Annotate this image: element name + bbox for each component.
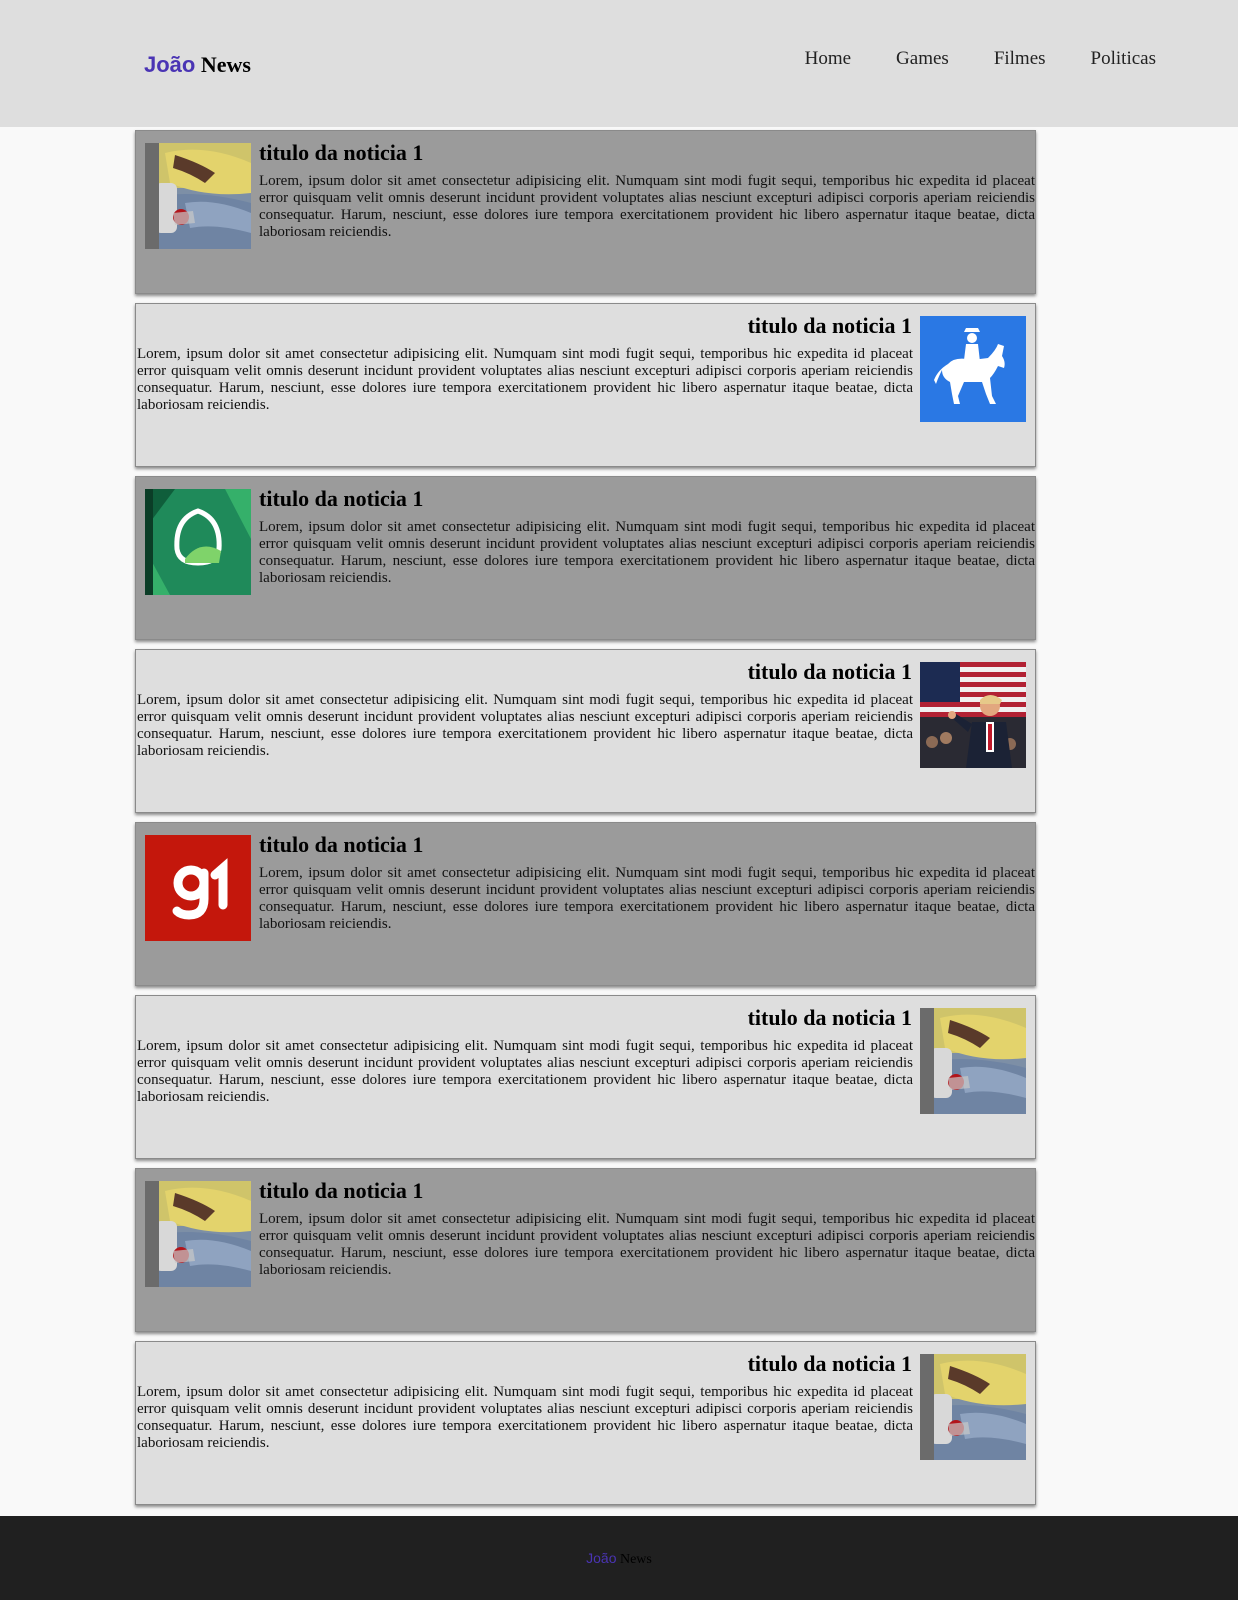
article-body: Lorem, ipsum dolor sit amet consectetur …	[259, 1211, 1035, 1278]
site-footer: João News	[0, 1516, 1238, 1600]
news-card[interactable]: titulo da noticia 1 Lorem, ipsum dolor s…	[135, 476, 1036, 640]
article-body: Lorem, ipsum dolor sit amet consectetur …	[259, 519, 1035, 586]
site-header: João News Home Games Filmes Politicas	[0, 0, 1238, 127]
article-title[interactable]: titulo da noticia 1	[259, 486, 423, 512]
article-title[interactable]: titulo da noticia 1	[259, 1178, 423, 1204]
article-title[interactable]: titulo da noticia 1	[748, 1351, 912, 1377]
article-title[interactable]: titulo da noticia 1	[748, 1005, 912, 1031]
nav-games[interactable]: Games	[896, 48, 949, 70]
article-title[interactable]: titulo da noticia 1	[748, 313, 912, 339]
article-body: Lorem, ipsum dolor sit amet consectetur …	[259, 173, 1035, 240]
news-card[interactable]: titulo da noticia 1 Lorem, ipsum dolor s…	[135, 130, 1036, 294]
nav-politicas[interactable]: Politicas	[1091, 48, 1156, 70]
article-body: Lorem, ipsum dolor sit amet consectetur …	[137, 1384, 913, 1451]
article-body: Lorem, ipsum dolor sit amet consectetur …	[137, 346, 913, 413]
news-card[interactable]: titulo da noticia 1 Lorem, ipsum dolor s…	[135, 649, 1036, 813]
site-logo[interactable]: João News	[144, 52, 251, 78]
blood-donation-photo	[145, 1181, 251, 1287]
blood-donation-photo	[920, 1354, 1026, 1460]
main-nav: Home Games Filmes Politicas	[805, 48, 1156, 70]
footer-logo-first-word: João	[586, 1550, 617, 1566]
article-title[interactable]: titulo da noticia 1	[259, 832, 423, 858]
nav-home[interactable]: Home	[805, 48, 851, 70]
news-card[interactable]: titulo da noticia 1 Lorem, ipsum dolor s…	[135, 1168, 1036, 1332]
news-card[interactable]: titulo da noticia 1 Lorem, ipsum dolor s…	[135, 822, 1036, 986]
nav-filmes[interactable]: Filmes	[994, 48, 1046, 70]
article-body: Lorem, ipsum dolor sit amet consectetur …	[137, 1038, 913, 1105]
article-title[interactable]: titulo da noticia 1	[748, 659, 912, 685]
footer-logo[interactable]: João News	[0, 1550, 1238, 1568]
politician-flag-photo	[920, 662, 1026, 768]
news-card[interactable]: titulo da noticia 1 Lorem, ipsum dolor s…	[135, 1341, 1036, 1505]
logo-second-word: News	[200, 52, 251, 77]
article-body: Lorem, ipsum dolor sit amet consectetur …	[259, 865, 1035, 932]
footer-logo-second-word: News	[619, 1552, 652, 1567]
blood-donation-photo	[920, 1008, 1026, 1114]
news-card[interactable]: titulo da noticia 1 Lorem, ipsum dolor s…	[135, 303, 1036, 467]
article-body: Lorem, ipsum dolor sit amet consectetur …	[137, 692, 913, 759]
horse-rider-logo	[920, 316, 1026, 422]
blood-donation-photo	[145, 143, 251, 249]
article-title[interactable]: titulo da noticia 1	[259, 140, 423, 166]
pao-de-acucar-logo	[145, 489, 251, 595]
news-card[interactable]: titulo da noticia 1 Lorem, ipsum dolor s…	[135, 995, 1036, 1159]
logo-first-word: João	[144, 52, 196, 77]
g1-logo	[145, 835, 251, 941]
